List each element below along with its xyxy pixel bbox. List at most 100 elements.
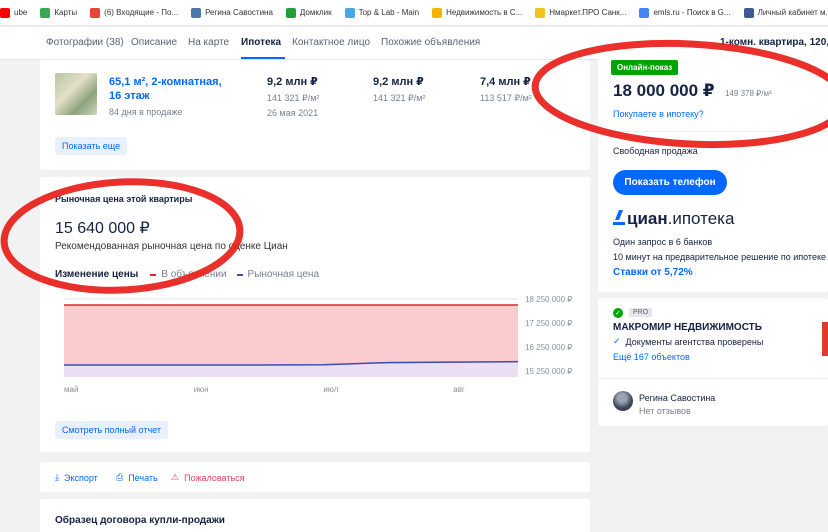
tab-map[interactable]: На карте (188, 37, 229, 48)
bookmark-favicon-icon (743, 7, 754, 18)
bookmark-item[interactable]: Карты (40, 7, 78, 18)
offer-price: 18 000 000 ₽ (613, 81, 715, 100)
verified-check-icon: ✓ (613, 308, 623, 318)
export-button[interactable]: ⤓ Экспорт (55, 472, 98, 483)
agent-reviews: Нет отзывов (639, 406, 691, 416)
legend-item-market: Рыночная цена (236, 269, 320, 280)
x-tick-label: июл (323, 385, 338, 394)
price-value: 9,2 млн ₽ (267, 76, 318, 88)
bookmark-item[interactable]: Домклик (285, 7, 332, 18)
bookmark-label: (6) Входящие - По... (104, 8, 179, 17)
mortgage-info-line: Один запрос в 6 банков (613, 237, 713, 247)
similar-listings-card: 65,1 м², 2-комнатная, 16 этаж 84 дня в п… (40, 60, 590, 170)
offer-price-per-m2: 149 378 ₽/м² (725, 89, 772, 98)
export-label: Экспорт (63, 472, 98, 483)
mortgage-link[interactable]: Покупаете в ипотеку? (613, 109, 704, 119)
offer-card: Онлайн-показ 18 000 000 ₽ 149 378 ₽/м² П… (598, 52, 828, 292)
divider (598, 131, 828, 132)
legend-swatch (150, 273, 157, 276)
price-column: 7,4 млн ₽ 113 517 ₽/м² (480, 75, 532, 104)
chart-legend: Изменение цены В объявлении Рыночная цен… (55, 269, 329, 280)
report-button[interactable]: ⚠ Пожаловаться (171, 472, 245, 483)
bookmark-favicon-icon (90, 7, 101, 18)
more-objects-link[interactable]: Ещё 167 объектов (613, 352, 690, 362)
cian-ipoteka-logo: циан .ипотека (613, 209, 734, 229)
legend-header: Изменение цены (55, 269, 139, 280)
full-report-button[interactable]: Смотреть полный отчет (55, 421, 168, 439)
print-button[interactable]: ⎙ Печать (116, 472, 158, 483)
bookmark-favicon-icon (639, 7, 650, 18)
show-more-button[interactable]: Показать еще (55, 137, 128, 155)
cian-logo-icon (613, 210, 625, 225)
bookmark-item[interactable]: (6) Входящие - По... (90, 7, 179, 18)
listing-title: 1-комн. квартира, 120,5 (720, 37, 828, 48)
bookmark-favicon-icon (40, 7, 51, 18)
pro-badge: PRO (629, 308, 653, 317)
listing-thumbnail[interactable] (55, 73, 97, 115)
price-value: 9,2 млн ₽ (373, 76, 424, 88)
contract-title[interactable]: Образец договора купли-продажи (55, 515, 225, 526)
docs-verified-label: Документы агентства проверены (625, 336, 764, 347)
legend-label: В объявлении (161, 269, 227, 280)
bookmark-favicon-icon (0, 7, 10, 18)
bookmark-favicon-icon (344, 7, 355, 18)
agency-card: ✓ PRO МАКРОМИР НЕДВИЖИМОСТЬ ✓ Документы … (598, 298, 828, 426)
mortgage-info-line: 10 минут на предварительное решение по и… (613, 252, 826, 262)
legend-item-listing: В объявлении (150, 269, 227, 280)
tab-description[interactable]: Описание (131, 37, 177, 48)
report-label: Пожаловаться (184, 472, 245, 483)
bookmark-item[interactable]: Личный кабинет м... (743, 7, 828, 18)
price-per-m2: 141 321 ₽/м² (267, 93, 320, 103)
agent-name[interactable]: Регина Савостина (639, 393, 715, 403)
bookmark-label: Карты (54, 8, 78, 17)
x-tick-label: авг (453, 385, 465, 394)
bookmark-label: Недвижимость в С... (446, 8, 523, 17)
bookmark-label: Домклик (299, 8, 332, 17)
checkmark-icon: ✓ (613, 336, 621, 346)
price-column: 9,2 млн ₽ 141 321 ₽/м² (373, 75, 425, 104)
bookmark-item[interactable]: Недвижимость в С... (432, 7, 523, 18)
mortgage-rates-link[interactable]: Ставки от 5,72% (613, 267, 693, 278)
price-per-m2: 113 517 ₽/м² (480, 93, 532, 103)
actions-bar: ⤓ Экспорт ⎙ Печать ⚠ Пожаловаться (40, 462, 590, 492)
avatar[interactable] (613, 391, 633, 411)
market-price-value: 15 640 000 ₽ (55, 220, 150, 237)
side-widget-edge[interactable] (822, 322, 828, 356)
x-tick-label: июн (194, 385, 209, 394)
legend-label: Рыночная цена (247, 269, 320, 280)
bookmark-label: Top & Lab - Main (358, 8, 420, 17)
market-price-heading: Рыночная цена этой квартиры (55, 194, 193, 204)
bookmark-item[interactable]: Нмаркет.ПРО Санк... (535, 7, 626, 18)
y-tick-label: 17 250 000 ₽ (525, 319, 572, 328)
contract-card: Образец договора купли-продажи (40, 499, 590, 532)
price-per-m2: 141 321 ₽/м² (373, 93, 426, 103)
tab-mortgage[interactable]: Ипотека (241, 37, 281, 48)
print-label: Печать (128, 472, 158, 483)
tab-contact[interactable]: Контактное лицо (292, 37, 370, 48)
bookmark-favicon-icon (535, 7, 546, 18)
bookmark-favicon-icon (285, 7, 296, 18)
ipoteka-word: .ипотека (667, 209, 735, 228)
x-tick-label: май (64, 385, 78, 394)
bookmark-label: emls.ru - Поиск в G... (653, 8, 731, 17)
price-date: 26 мая 2021 (267, 108, 319, 118)
y-tick-label: 15 250 000 ₽ (525, 367, 572, 376)
warning-icon: ⚠ (171, 472, 180, 482)
bookmark-label: ube (14, 8, 28, 17)
similar-listing-title[interactable]: 65,1 м², 2-комнатная, 16 этаж (109, 75, 234, 103)
show-phone-button[interactable]: Показать телефон (613, 170, 727, 195)
download-icon: ⤓ (55, 472, 59, 482)
y-tick-label: 16 250 000 ₽ (525, 343, 572, 352)
bookmark-item[interactable]: emls.ru - Поиск в G... (639, 7, 731, 18)
bookmark-item[interactable]: ube (0, 7, 28, 18)
price-value: 7,4 млн ₽ (480, 76, 531, 88)
bookmark-item[interactable]: Top & Lab - Main (344, 7, 420, 18)
sale-type: Свободная продажа (613, 146, 698, 156)
tab-similar[interactable]: Похожие объявления (381, 37, 480, 48)
docs-verified: ✓ Документы агентства проверены (613, 336, 763, 347)
tab-photos[interactable]: Фотографии (38) (46, 37, 124, 48)
market-price-subtitle: Рекомендованная рыночная цена по оценке … (55, 241, 288, 252)
bookmark-item[interactable]: Регина Савостина (191, 7, 273, 18)
y-tick-label: 18 250 000 ₽ (525, 295, 572, 304)
agency-name[interactable]: МАКРОМИР НЕДВИЖИМОСТЬ (613, 322, 762, 333)
